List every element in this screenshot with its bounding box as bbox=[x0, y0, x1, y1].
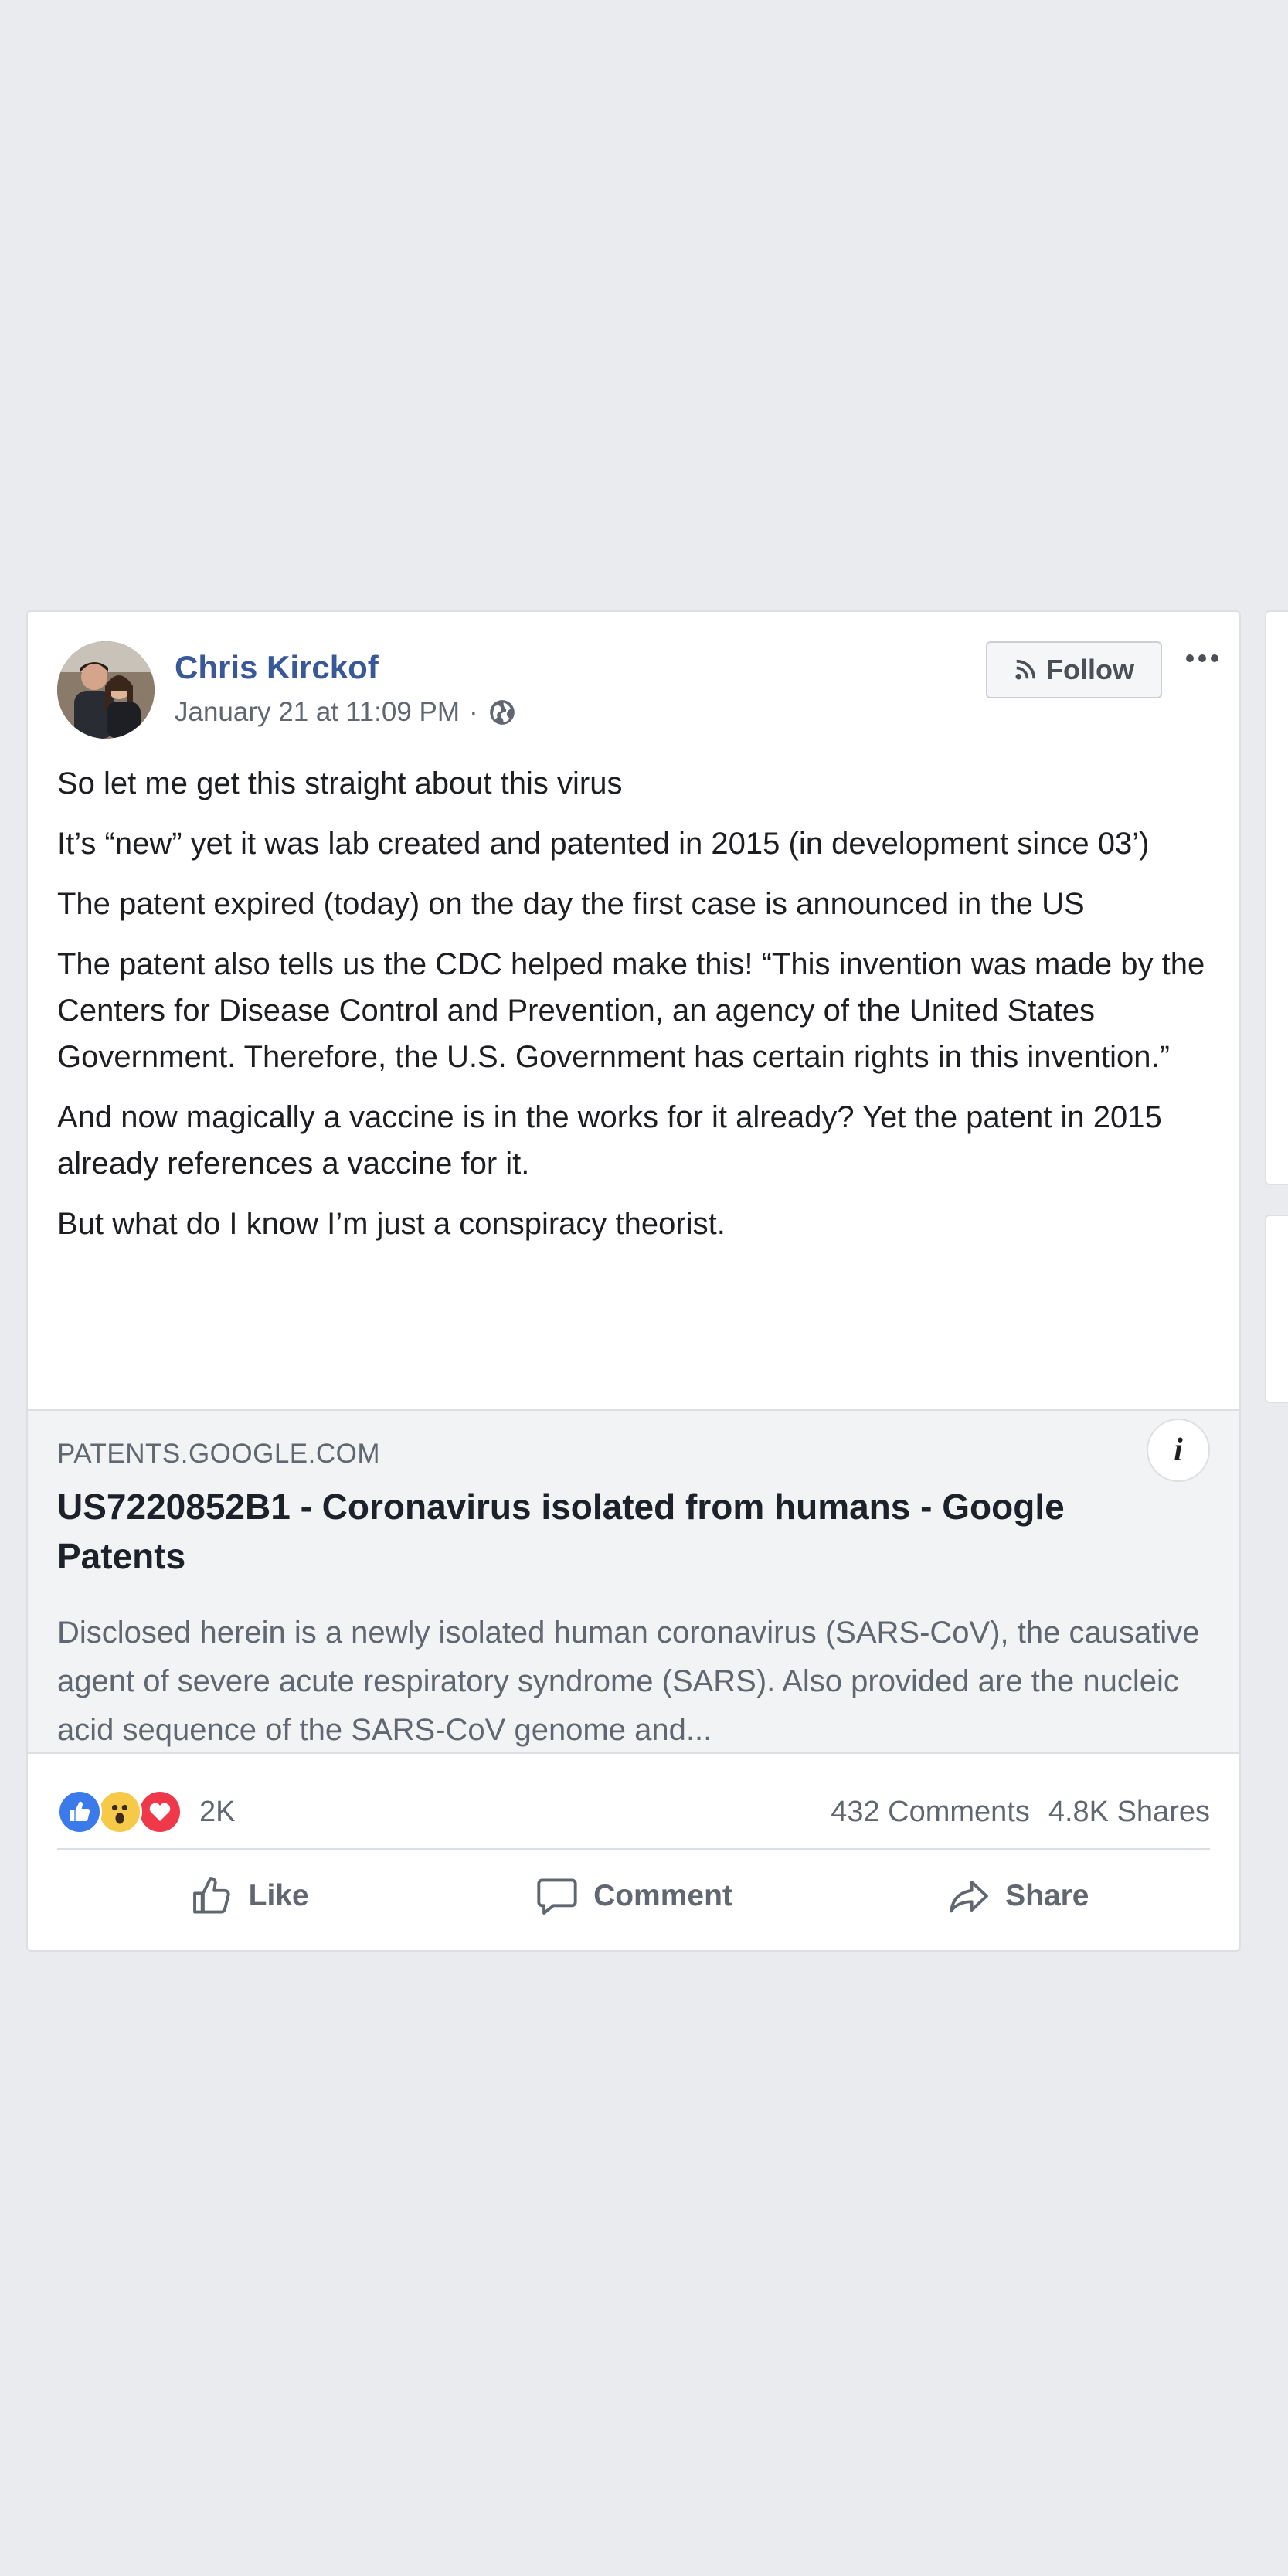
reaction-count[interactable]: 2K bbox=[199, 1796, 235, 1829]
rss-follow-icon bbox=[1015, 659, 1036, 680]
like-reaction-icon bbox=[57, 1789, 102, 1834]
post-paragraph: It’s “new” yet it was lab created and pa… bbox=[57, 827, 1150, 861]
link-description: Disclosed herein is a newly isolated hum… bbox=[57, 1616, 1200, 1747]
more-options-icon[interactable] bbox=[1179, 643, 1225, 674]
link-title[interactable]: US7220852B1 - Coronavirus isolated from … bbox=[57, 1482, 1201, 1581]
post-body: So let me get this straight about this v… bbox=[57, 760, 1216, 1261]
wow-reaction-icon bbox=[97, 1789, 142, 1834]
reactions-summary: 2K 432 Comments 4.8K Shares bbox=[57, 1786, 1210, 1850]
reaction-icons[interactable] bbox=[57, 1789, 182, 1834]
post-paragraph: The patent expired (today) on the day th… bbox=[57, 887, 1085, 921]
avatar-photo bbox=[57, 641, 155, 739]
meta-separator: · bbox=[469, 697, 478, 727]
follow-label: Follow bbox=[1046, 654, 1134, 685]
post-timestamp[interactable]: January 21 at 11:09 PM bbox=[175, 697, 460, 728]
follow-button[interactable]: Follow bbox=[986, 641, 1162, 698]
engagement-counts: 432 Comments 4.8K Shares bbox=[831, 1796, 1210, 1829]
adjacent-card bbox=[1265, 610, 1288, 1185]
share-arrow-icon bbox=[950, 1880, 989, 1913]
adjacent-card bbox=[1265, 1215, 1288, 1403]
link-domain: PATENTS.GOOGLE.COM bbox=[57, 1439, 381, 1469]
comment-bubble-icon bbox=[537, 1878, 577, 1915]
post-paragraph: And now magically a vaccine is in the wo… bbox=[57, 1100, 1162, 1181]
comment-button[interactable]: Comment bbox=[441, 1857, 825, 1935]
comments-count[interactable]: 432 Comments bbox=[831, 1796, 1030, 1829]
post-paragraph: The patent also tells us the CDC helped … bbox=[57, 947, 1205, 1074]
share-label: Share bbox=[1005, 1879, 1089, 1912]
comment-label: Comment bbox=[593, 1879, 732, 1912]
post-paragraph: But what do I know I’m just a conspiracy… bbox=[57, 1207, 726, 1241]
feed-post: Chris Kirckof January 21 at 11:09 PM · F… bbox=[26, 610, 1241, 1952]
post-meta: January 21 at 11:09 PM · bbox=[175, 697, 517, 728]
globe-icon[interactable] bbox=[488, 698, 517, 727]
link-preview[interactable]: i PATENTS.GOOGLE.COM US7220852B1 - Coron… bbox=[28, 1409, 1239, 1754]
like-button[interactable]: Like bbox=[57, 1857, 441, 1935]
shares-count[interactable]: 4.8K Shares bbox=[1048, 1796, 1210, 1829]
post-paragraph: So let me get this straight about this v… bbox=[57, 766, 623, 800]
post-actions: Like Comment Share bbox=[57, 1857, 1210, 1935]
info-icon[interactable]: i bbox=[1147, 1419, 1210, 1482]
love-reaction-icon bbox=[138, 1789, 182, 1834]
author-name[interactable]: Chris Kirckof bbox=[175, 649, 379, 686]
post-header: Chris Kirckof January 21 at 11:09 PM · F… bbox=[28, 612, 1239, 739]
avatar[interactable] bbox=[57, 641, 155, 739]
like-label: Like bbox=[248, 1879, 309, 1912]
share-button[interactable]: Share bbox=[826, 1857, 1210, 1935]
thumbs-up-icon bbox=[192, 1877, 230, 1914]
